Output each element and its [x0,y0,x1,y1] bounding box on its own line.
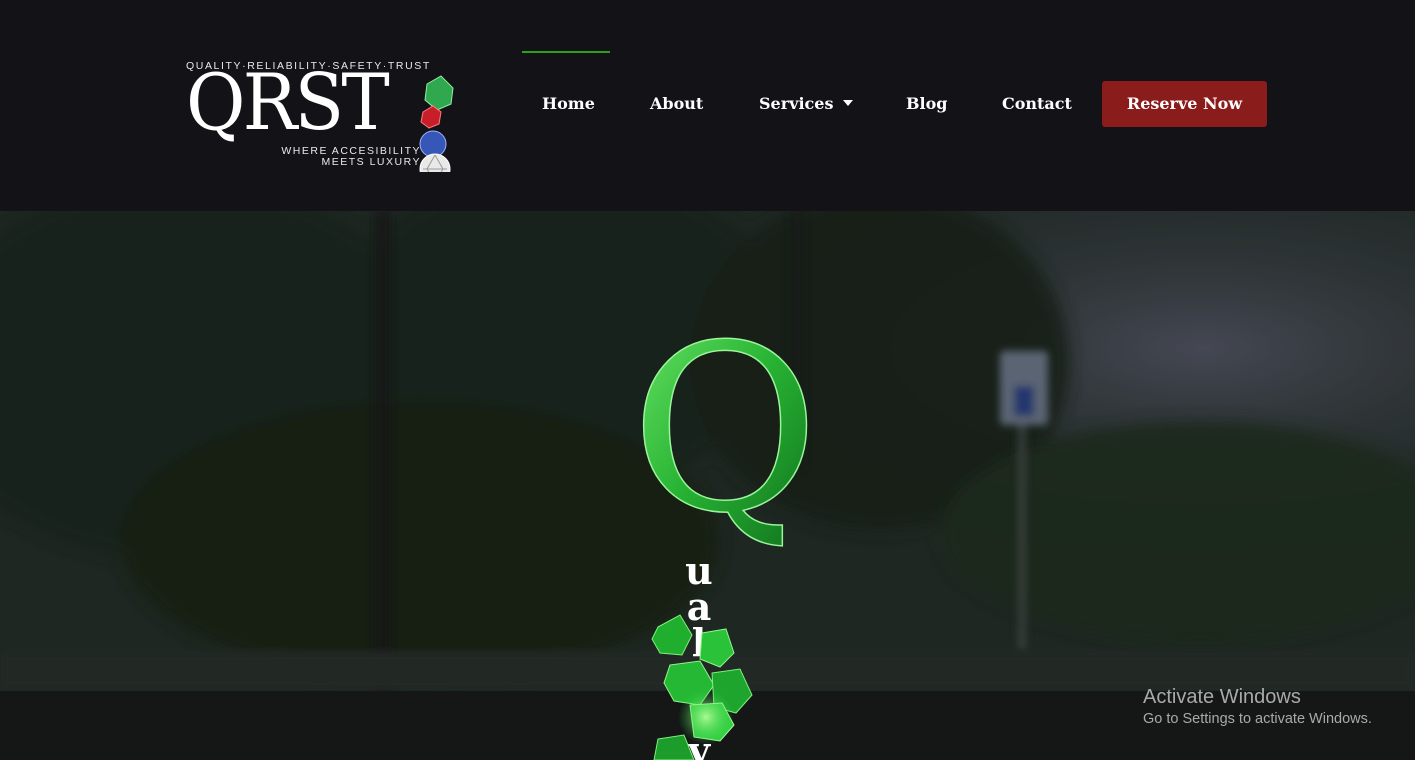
nav-home-label: Home [542,94,595,113]
qrst-logo[interactable]: QUALITY·RELIABILITY·SAFETY·TRUST QRST WH… [186,58,458,172]
logo-wordmark: QRST [186,58,390,148]
reserve-now-button[interactable]: Reserve Now [1102,81,1267,127]
nav-about[interactable]: About [650,81,703,127]
nav-home[interactable]: Home [522,51,610,127]
activate-windows-title: Activate Windows [1143,686,1301,708]
windows-activation-watermark: Activate Windows Go to Settings to activ… [1143,685,1372,729]
hero-q-emblem: Q [630,329,820,565]
nav-services-label: Services [759,94,834,113]
ruby-gem-icon [420,105,442,129]
nav-contact[interactable]: Contact [1002,81,1072,127]
gems-icon [419,75,454,172]
tagline-line-2: MEETS LUXURY [321,156,421,168]
nav-about-label: About [650,94,704,113]
sapphire-gem-icon [419,130,447,158]
emerald-cluster-icon [651,614,753,760]
hero-section: Q u a l i t y Activate Windows Go to Set… [0,211,1415,760]
activate-windows-subtitle: Go to Settings to activate Windows. [1143,711,1372,727]
nav-blog[interactable]: Blog [906,81,947,127]
emerald-gem-icon [424,75,454,111]
nav-services[interactable]: Services [759,81,854,127]
site-header: QUALITY·RELIABILITY·SAFETY·TRUST QRST WH… [0,0,1415,211]
nav-blog-label: Blog [906,94,948,113]
nav-contact-label: Contact [1002,94,1072,113]
chevron-down-icon[interactable] [843,99,854,106]
logo-tagline-bottom: WHERE ACCESIBILITY MEETS LUXURY [263,146,421,168]
hero-q-letter: Q [631,329,820,564]
